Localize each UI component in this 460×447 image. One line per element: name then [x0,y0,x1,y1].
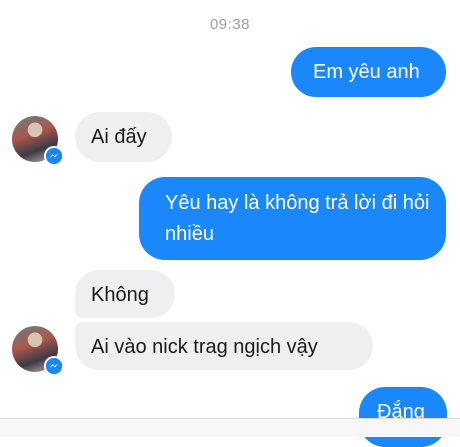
avatar[interactable] [12,326,64,376]
message-bubble-outgoing[interactable]: Đắng [359,387,447,447]
message-bubble-incoming[interactable]: Ai đấy [75,112,172,162]
message-bubble-incoming[interactable]: Ai vào nick trag ngịch vậy [75,322,373,370]
message-bubble-incoming[interactable]: Không [75,270,175,318]
messenger-icon [44,356,64,376]
chat-timestamp: 09:38 [209,16,251,33]
message-bubble-outgoing[interactable]: Yêu hay là không trả lời đi hỏi nhiều [139,177,446,260]
avatar[interactable] [12,116,64,166]
message-bubble-outgoing[interactable]: Em yêu anh [291,47,446,97]
composer-bar [0,418,460,437]
messenger-icon [44,146,64,166]
